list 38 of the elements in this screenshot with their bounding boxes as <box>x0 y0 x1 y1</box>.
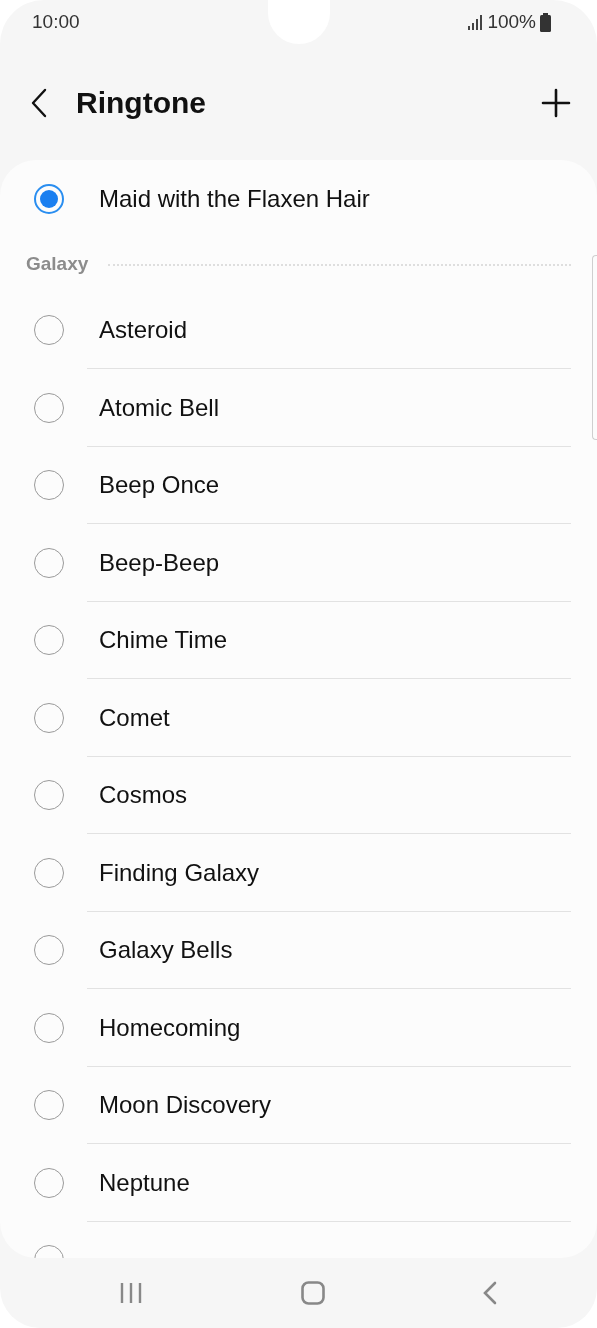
ringtone-item[interactable]: Homecoming <box>0 989 597 1067</box>
ringtone-name: Atomic Bell <box>99 392 220 423</box>
ringtone-name: Maid with the Flaxen Hair <box>99 183 370 214</box>
ringtone-item[interactable]: Beep-Beep <box>0 524 597 602</box>
ringtone-name: Neptune <box>99 1167 190 1198</box>
home-icon[interactable] <box>300 1281 325 1305</box>
signal-icon <box>467 15 484 30</box>
battery-icon <box>540 13 551 32</box>
ringtone-item[interactable]: Galaxy Bells <box>0 911 597 989</box>
ringtone-item[interactable]: Finding Galaxy <box>0 834 597 912</box>
ringtone-item[interactable]: Chime Time <box>0 601 597 679</box>
ringtone-item[interactable]: Maid with the Flaxen Hair <box>0 160 597 238</box>
ringtone-name: Asteroid <box>99 315 188 346</box>
add-button[interactable] <box>541 87 571 118</box>
ringtone-name: Finding Galaxy <box>99 857 260 888</box>
status-time: 10:00 <box>32 10 80 35</box>
back-icon[interactable] <box>483 1281 497 1305</box>
back-button[interactable] <box>30 87 48 118</box>
ringtone-item[interactable]: Atomic Bell <box>0 369 597 447</box>
radio-button[interactable] <box>34 183 64 214</box>
ringtone-item[interactable]: Beep Once <box>0 446 597 524</box>
ringtone-name: Beep Once <box>99 470 220 501</box>
section-header: Galaxy <box>26 252 89 277</box>
recent-apps-icon[interactable] <box>120 1282 142 1304</box>
battery-percentage: 100% <box>487 10 536 35</box>
page-title: Ringtone <box>76 85 206 121</box>
ringtone-name: Galaxy Bells <box>99 935 233 966</box>
ringtone-item[interactable]: Asteroid <box>0 291 597 369</box>
ringtone-name: Chime Time <box>99 625 228 656</box>
ringtone-name: Homecoming <box>99 1012 241 1043</box>
ringtone-item[interactable]: Neptune <box>0 1144 597 1222</box>
ringtone-item[interactable]: Moon Discovery <box>0 1066 597 1144</box>
ringtone-name: Beep-Beep <box>99 547 220 578</box>
ringtone-item[interactable]: Comet <box>0 679 597 757</box>
ringtone-name: Comet <box>99 702 170 733</box>
ringtone-name: Cosmos <box>99 780 188 811</box>
ringtone-item[interactable]: Cosmos <box>0 756 597 834</box>
ringtone-name: Moon Discovery <box>99 1090 272 1121</box>
